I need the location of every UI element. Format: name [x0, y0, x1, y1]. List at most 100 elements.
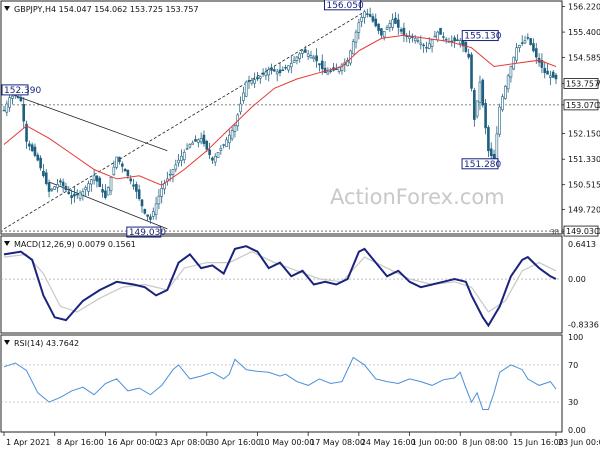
- candle-body: [95, 175, 99, 182]
- chart-svg: ActionForex.com 38.2 152.390 149.030 156.0…: [0, 0, 600, 447]
- candle-body: [464, 42, 468, 52]
- candle-body: [512, 56, 516, 70]
- candle-body: [430, 39, 434, 47]
- candle-body: [304, 49, 307, 53]
- candle-body: [335, 68, 338, 71]
- candle-body: [478, 81, 482, 103]
- candle-body: [98, 177, 102, 188]
- candle-body: [312, 56, 316, 60]
- candle-body: [377, 23, 380, 31]
- candle-body: [239, 103, 242, 113]
- candle-body: [363, 11, 366, 18]
- candle-body: [301, 50, 304, 54]
- candle-body: [202, 134, 206, 145]
- candle-body: [416, 40, 420, 42]
- x-tick-label: 1 Apr 2021: [6, 438, 50, 447]
- macd-pane: 0.6413 0.00 -0.8336 MACD(12,26,9) 0.0079 0…: [0, 235, 599, 334]
- candle-body: [126, 169, 130, 177]
- candle-body: [244, 81, 248, 97]
- candle-body: [532, 43, 535, 52]
- candle-body: [470, 54, 473, 89]
- candle-body: [456, 39, 459, 42]
- candle-body: [326, 71, 330, 75]
- candle-body: [81, 191, 85, 196]
- candle-body: [132, 184, 135, 187]
- candle-body: [315, 55, 318, 62]
- x-tick-label: 8 Jun 08:00: [462, 438, 508, 447]
- candle-body: [250, 80, 254, 84]
- candle-body: [281, 69, 285, 71]
- candle-body: [306, 53, 310, 57]
- chart-container: ActionForex.com 38.2 152.390 149.030 156.0…: [0, 0, 600, 450]
- candle-body: [222, 144, 225, 146]
- trendline: [3, 11, 365, 230]
- candle-body: [171, 169, 175, 175]
- fib-label: 38.2: [550, 228, 566, 236]
- candle-body: [11, 95, 14, 99]
- rsi-legend-text: RSI(14) 43.7642: [14, 339, 79, 348]
- candle-body: [33, 146, 37, 156]
- candle-body: [191, 142, 194, 145]
- candle-body: [396, 19, 400, 28]
- candle-body: [168, 173, 172, 176]
- x-tick-label: 24 May 16:00: [361, 438, 416, 447]
- candle-body: [208, 149, 211, 155]
- candle-body: [230, 130, 234, 140]
- macd-legend: MACD(12,26,9) 0.0079 0.1561: [4, 240, 136, 249]
- candle-body: [489, 148, 493, 157]
- triangle-down-icon[interactable]: [4, 6, 10, 11]
- candle-body: [115, 156, 118, 168]
- candle-body: [30, 144, 34, 152]
- candle-body: [467, 53, 470, 58]
- candle-body: [84, 187, 87, 190]
- candle-body: [546, 70, 549, 75]
- candle-body: [433, 35, 437, 38]
- candle-body: [484, 103, 487, 129]
- candle-body: [36, 154, 40, 161]
- triangle-down-icon[interactable]: [4, 241, 10, 246]
- candle-body: [129, 178, 133, 182]
- level-price-label: 153.070: [566, 101, 599, 110]
- candle-body: [436, 31, 440, 41]
- x-tick-label: 16 Apr 00:00: [107, 438, 159, 447]
- x-tick-label: 10 May 00:00: [259, 438, 314, 447]
- candle-body: [551, 71, 555, 78]
- rsi-legend: RSI(14) 43.7642: [4, 339, 79, 348]
- candle-body: [422, 44, 425, 47]
- y-tick-label: 150.515: [568, 181, 600, 190]
- candle-body: [318, 63, 321, 66]
- candle-body: [320, 60, 324, 70]
- rsi-y-tick-label: 70: [568, 361, 578, 370]
- candle-body: [442, 36, 445, 38]
- candle-body: [73, 193, 76, 197]
- candle-body: [2, 109, 6, 112]
- y-tick-label: 155.400: [568, 28, 600, 37]
- candle-body: [275, 71, 279, 75]
- candle-body: [106, 187, 110, 196]
- triangle-down-icon[interactable]: [4, 340, 10, 345]
- candle-body: [267, 69, 271, 76]
- x-tick-label: 15 Jun 16:00: [513, 438, 564, 447]
- candle-body: [349, 50, 352, 64]
- candle-body: [205, 140, 209, 150]
- rsi-pane-border: [0, 334, 563, 433]
- candle-body: [157, 195, 161, 205]
- y-tick-label: 151.330: [568, 155, 600, 164]
- candle-body: [163, 183, 166, 190]
- candle-body: [354, 31, 358, 43]
- trendline: [3, 91, 168, 152]
- candle-body: [481, 79, 485, 106]
- candle-body: [371, 16, 375, 22]
- candle-body: [174, 164, 178, 170]
- candle-body: [197, 139, 200, 143]
- candle-body: [543, 68, 547, 74]
- candle-body: [50, 188, 54, 191]
- candle-body: [526, 37, 530, 39]
- candle-body: [366, 13, 369, 15]
- candle-body: [146, 214, 149, 217]
- candle-body: [22, 104, 26, 122]
- candle-body: [473, 89, 476, 120]
- candle-body: [242, 92, 245, 101]
- candle-body: [554, 74, 558, 80]
- y-tick-label: 154.585: [568, 54, 600, 63]
